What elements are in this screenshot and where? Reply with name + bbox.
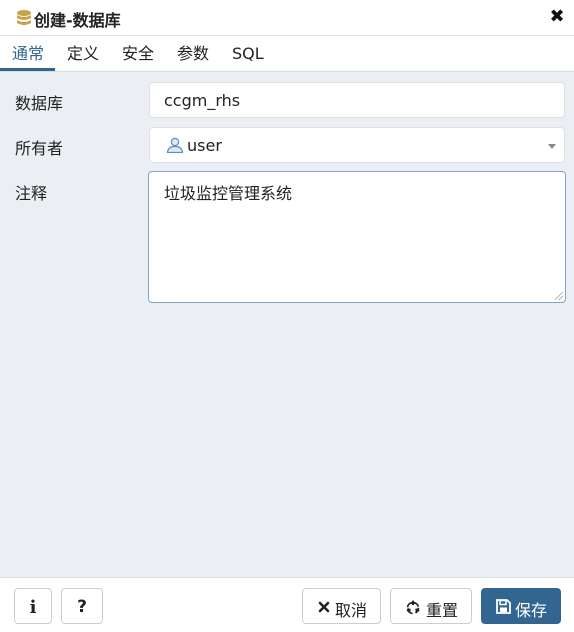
info-button[interactable]: i (14, 588, 52, 624)
tab-definition[interactable]: 定义 (67, 36, 99, 71)
form-panel: 数据库 ccgm_rhs 所有者 user 注释 垃圾监控管理系统 (0, 72, 574, 577)
times-icon (318, 601, 330, 613)
tab-parameters[interactable]: 参数 (177, 36, 209, 71)
resize-handle[interactable] (555, 292, 563, 300)
info-icon: i (29, 597, 37, 618)
save-label: 保存 (515, 601, 548, 620)
close-button[interactable]: ✖ (548, 8, 566, 26)
tab-bar: 通常 定义 安全 参数 SQL (0, 36, 574, 72)
chevron-down-icon (548, 144, 556, 149)
reset-label: 重置 (426, 601, 459, 620)
user-icon (166, 137, 184, 153)
comment-textarea[interactable]: 垃圾监控管理系统 (148, 171, 566, 303)
dialog-title: 创建-数据库 (34, 11, 121, 30)
database-name-value: ccgm_rhs (164, 91, 241, 110)
comment-label: 注释 (15, 184, 48, 203)
floppy-icon (496, 599, 511, 614)
owner-select[interactable]: user (149, 127, 565, 163)
dialog-titlebar: 创建-数据库 ✖ (0, 0, 574, 36)
save-button[interactable]: 保存 (481, 588, 561, 624)
database-label: 数据库 (15, 94, 64, 113)
dialog-footer: i ? 取消 重置 保存 (0, 577, 574, 632)
tab-security[interactable]: 安全 (122, 36, 154, 71)
tab-general[interactable]: 通常 (12, 36, 44, 71)
database-name-input[interactable]: ccgm_rhs (149, 82, 565, 118)
database-icon (17, 10, 31, 25)
recycle-icon (406, 600, 420, 615)
active-tab-indicator (0, 68, 55, 71)
reset-button[interactable]: 重置 (390, 588, 472, 624)
owner-label: 所有者 (15, 139, 64, 158)
owner-value: user (187, 136, 222, 155)
comment-value: 垃圾监控管理系统 (164, 184, 293, 203)
cancel-button[interactable]: 取消 (302, 588, 381, 624)
help-icon: ? (77, 597, 87, 617)
tab-sql[interactable]: SQL (232, 36, 264, 71)
cancel-label: 取消 (335, 601, 368, 620)
help-button[interactable]: ? (61, 588, 103, 624)
